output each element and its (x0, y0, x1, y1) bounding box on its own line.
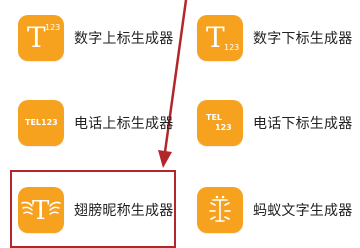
t-superscript-icon: T 123 (18, 15, 64, 61)
icon-text: TEL123 (25, 118, 58, 127)
tool-label: 数字上标生成器 (74, 31, 174, 47)
tool-label: 蚂蚁文字生成器 (253, 203, 353, 219)
tool-ant-text[interactable]: 蚂蚁文字生成器 (197, 187, 352, 233)
icon-letter: T (27, 21, 46, 54)
tool-label: 翅膀昵称生成器 (74, 203, 174, 219)
tool-number-superscript[interactable]: T 123 数字上标生成器 (18, 15, 173, 61)
tool-number-subscript[interactable]: T 123 数字下标生成器 (197, 15, 352, 61)
ant-text-icon (197, 187, 243, 233)
ant-glyph-icon (209, 195, 231, 222)
tool-phone-subscript[interactable]: TEL 123 电话下标生成器 (197, 100, 352, 146)
t-subscript-icon: T 123 (197, 15, 243, 61)
tool-wing-nickname[interactable]: T 翅膀昵称生成器 (18, 187, 173, 233)
tool-label: 数字下标生成器 (253, 31, 353, 47)
icon-letter: T (206, 21, 225, 54)
tool-label: 电话上标生成器 (74, 116, 174, 132)
tel-superscript-icon: TEL123 (18, 100, 64, 146)
icon-number: 123 (224, 43, 240, 52)
icon-number: 123 (215, 123, 232, 132)
icon-number: 123 (45, 23, 61, 32)
tool-phone-superscript[interactable]: TEL123 电话上标生成器 (18, 100, 173, 146)
tool-label: 电话下标生成器 (253, 116, 353, 132)
icon-text: TEL (206, 113, 223, 122)
winged-t-icon: T (18, 187, 64, 233)
icon-letter: T (32, 196, 50, 226)
tel-subscript-icon: TEL 123 (197, 100, 243, 146)
